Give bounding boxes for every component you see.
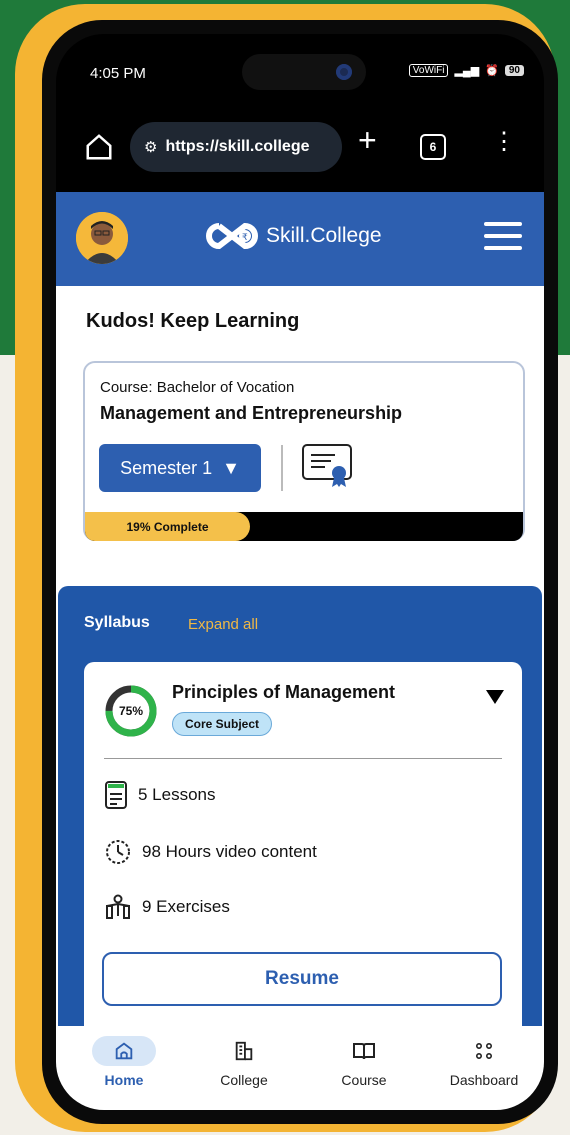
main-content: Kudos! Keep Learning Course: Bachelor of… bbox=[56, 286, 544, 1046]
nav-college-label: College bbox=[220, 1072, 268, 1088]
nav-home[interactable]: Home bbox=[74, 1036, 174, 1088]
phone-bezel: 4:05 PM VoWiFi ▂▄▆ ⏰ 90 ⚙ https://skill.… bbox=[42, 20, 558, 1124]
course-progress-bar: 19% Complete bbox=[85, 512, 523, 541]
nav-course-label: Course bbox=[341, 1072, 387, 1088]
nav-dashboard[interactable]: Dashboard bbox=[434, 1036, 534, 1088]
signal-icon: ▂▄▆ bbox=[454, 65, 480, 77]
collapse-caret-icon[interactable] bbox=[486, 690, 504, 704]
nav-course[interactable]: Course bbox=[314, 1036, 414, 1088]
exercise-icon bbox=[106, 894, 130, 919]
dropdown-triangle-icon: ▼ bbox=[222, 457, 240, 478]
building-icon bbox=[194, 1036, 294, 1066]
course-label: Course: Bachelor of Vocation bbox=[100, 379, 295, 396]
clock-icon bbox=[106, 840, 130, 864]
brand-logo[interactable]: ₹ Skill.College bbox=[206, 220, 382, 252]
svg-text:₹: ₹ bbox=[242, 232, 248, 242]
status-icons: VoWiFi ▂▄▆ ⏰ 90 bbox=[408, 64, 524, 77]
nav-college[interactable]: College bbox=[194, 1036, 294, 1088]
exercises-row: 9 Exercises bbox=[104, 894, 230, 920]
camera-icon bbox=[336, 64, 352, 80]
bottom-navigation: Home College Course Dashboard bbox=[56, 1026, 544, 1110]
course-card: Course: Bachelor of Vocation Management … bbox=[83, 361, 525, 541]
vowifi-badge: VoWiFi bbox=[408, 64, 449, 77]
subject-name: Principles of Management bbox=[172, 682, 396, 702]
phone-frame: 4:05 PM VoWiFi ▂▄▆ ⏰ 90 ⚙ https://skill.… bbox=[15, 4, 558, 1132]
exercises-text: 9 Exercises bbox=[142, 897, 230, 916]
infinity-logo-icon: ₹ bbox=[206, 222, 258, 250]
progress-text: 19% Complete bbox=[126, 519, 209, 534]
home-icon[interactable] bbox=[84, 132, 114, 162]
url-text: https://skill.college bbox=[165, 138, 310, 155]
book-icon bbox=[314, 1036, 414, 1066]
subject-percent: 75% bbox=[119, 704, 143, 718]
course-progress-fill: 19% Complete bbox=[85, 512, 250, 541]
phone-screen: 4:05 PM VoWiFi ▂▄▆ ⏰ 90 ⚙ https://skill.… bbox=[56, 34, 544, 1110]
dashboard-dots-icon bbox=[434, 1036, 534, 1066]
hamburger-menu-icon[interactable] bbox=[484, 222, 522, 254]
semester-label: Semester 1 bbox=[120, 457, 213, 478]
divider bbox=[281, 445, 283, 491]
site-settings-icon[interactable]: ⚙ bbox=[144, 138, 157, 156]
nav-home-label: Home bbox=[104, 1072, 144, 1088]
syllabus-section: Syllabus Expand all 75% Principles of Ma… bbox=[58, 586, 542, 1046]
more-menu-icon[interactable]: ⋮ bbox=[492, 130, 516, 154]
certificate-icon[interactable] bbox=[301, 443, 355, 494]
video-row: 98 Hours video content bbox=[104, 838, 317, 866]
lessons-icon bbox=[105, 781, 127, 809]
status-time: 4:05 PM bbox=[90, 65, 146, 82]
syllabus-title: Syllabus bbox=[84, 614, 150, 631]
brand-name: Skill.College bbox=[266, 224, 382, 247]
avatar[interactable] bbox=[76, 212, 128, 264]
semester-dropdown[interactable]: Semester 1 ▼ bbox=[99, 444, 261, 492]
nav-dashboard-label: Dashboard bbox=[449, 1072, 519, 1088]
page-title: Kudos! Keep Learning bbox=[86, 310, 300, 332]
divider bbox=[104, 758, 502, 759]
new-tab-button[interactable]: + bbox=[358, 124, 377, 156]
core-subject-badge: Core Subject bbox=[172, 712, 273, 736]
battery-icon: 90 bbox=[504, 65, 524, 76]
lessons-text: 5 Lessons bbox=[138, 785, 216, 804]
dynamic-island bbox=[242, 54, 366, 90]
subject-progress-ring: 75% bbox=[104, 684, 158, 743]
tab-switcher-button[interactable]: 6 bbox=[420, 134, 446, 160]
app-header: ₹ Skill.College bbox=[56, 192, 544, 286]
subject-card: 75% Principles of Management Core Subjec… bbox=[84, 662, 522, 1036]
address-bar[interactable]: ⚙ https://skill.college bbox=[130, 122, 342, 172]
resume-button[interactable]: Resume bbox=[102, 952, 502, 1006]
browser-toolbar: ⚙ https://skill.college + 6 ⋮ bbox=[56, 110, 544, 186]
expand-all-link[interactable]: Expand all bbox=[188, 616, 258, 633]
alarm-icon: ⏰ bbox=[485, 65, 499, 77]
video-text: 98 Hours video content bbox=[142, 842, 317, 861]
home-icon bbox=[92, 1036, 156, 1066]
course-name: Management and Entrepreneurship bbox=[100, 403, 403, 423]
lessons-row: 5 Lessons bbox=[104, 780, 216, 810]
